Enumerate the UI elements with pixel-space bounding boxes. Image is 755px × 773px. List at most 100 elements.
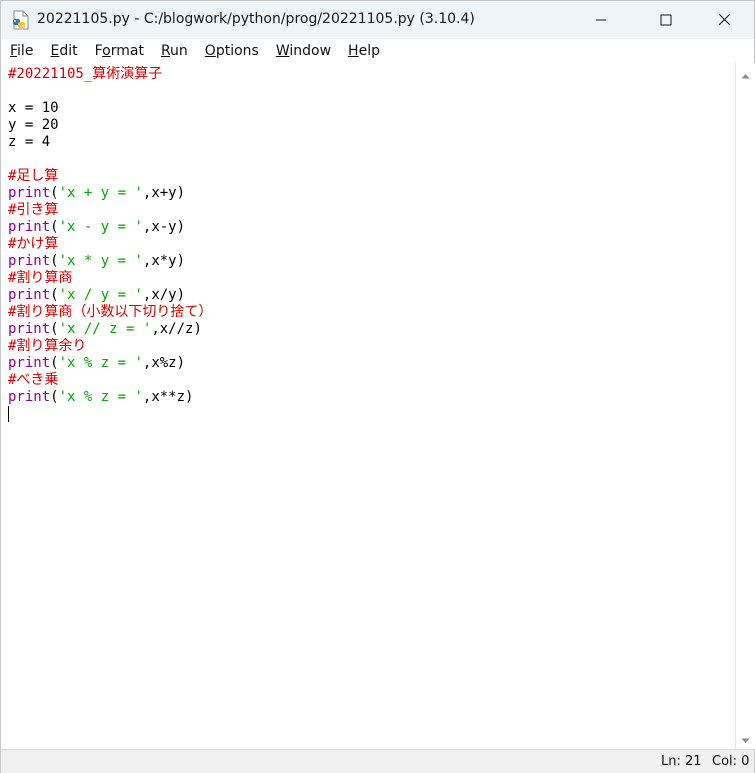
code-token-string: 'x % z = ' [58, 355, 143, 371]
code-editor[interactable]: #20221105_算術演算子 x = 10 y = 20 z = 4 #足し算 pr… [1, 63, 735, 749]
code-token-plain: x = 10 [8, 100, 59, 116]
code-token-plain: ( [50, 253, 59, 269]
code-line: x = 10 [8, 100, 212, 117]
menu-edit-label: dit [59, 43, 78, 59]
code-token-plain: ( [50, 389, 59, 405]
menu-file[interactable]: File [1, 39, 41, 63]
menu-help[interactable]: Help [339, 39, 388, 63]
menu-format[interactable]: Format [86, 39, 152, 63]
code-token-comment: #20221105_算術演算子 [8, 66, 163, 82]
text-cursor [8, 406, 9, 422]
code-token-plain: ,x-y) [142, 219, 186, 235]
menu-options-mnemonic: O [204, 43, 216, 59]
code-token-string: 'x + y = ' [58, 185, 143, 201]
cursor-line [8, 406, 212, 423]
code-line: #引き算 [8, 202, 212, 219]
status-bar: Ln: 21 Col: 0 [1, 749, 754, 773]
menu-file-mnemonic: F [10, 43, 18, 59]
code-token-builtin: print [8, 185, 51, 201]
vertical-scrollbar[interactable] [735, 63, 755, 749]
menu-window-mnemonic: W [275, 43, 290, 59]
menu-window-label: indow [289, 43, 332, 59]
menu-help-mnemonic: H [348, 43, 359, 59]
code-line: print('x + y = ',x+y) [8, 185, 212, 202]
code-line: #べき乗 [8, 372, 212, 389]
code-token-plain: ( [50, 219, 59, 235]
menu-run[interactable]: Run [152, 39, 196, 63]
code-token-plain: ( [50, 355, 59, 371]
code-token-comment: #割り算商 [8, 270, 73, 286]
code-line: print('x * y = ',x*y) [8, 253, 212, 270]
menu-options-label: ptions [215, 43, 259, 59]
menu-format-mnemonic: o [102, 43, 111, 59]
scroll-up-button[interactable] [736, 65, 755, 82]
code-token-plain: ,x*y) [142, 253, 186, 269]
code-token-comment: #足し算 [8, 168, 59, 184]
title-bar[interactable]: 20221105.py - C:/blogwork/python/prog/20… [1, 1, 754, 39]
window-title: 20221105.py - C:/blogwork/python/prog/20… [37, 11, 475, 27]
code-line: print('x // z = ',x//z) [8, 321, 212, 338]
code-token-plain: ( [50, 185, 59, 201]
menu-run-mnemonic: R [160, 43, 171, 59]
maximize-button[interactable] [643, 1, 689, 39]
code-line: print('x % z = ',x%z) [8, 355, 212, 372]
menu-format-prefix: F [94, 43, 103, 59]
menu-window[interactable]: Window [267, 39, 339, 63]
code-token-string: 'x * y = ' [58, 253, 143, 269]
code-token-string: 'x - y = ' [58, 219, 143, 235]
menu-bar: File Edit Format Run Options Window Help [1, 39, 754, 63]
minimize-button[interactable] [578, 1, 624, 39]
code-token-string: 'x % z = ' [58, 389, 143, 405]
menu-options[interactable]: Options [196, 39, 267, 63]
code-token-builtin: print [8, 321, 51, 337]
menu-format-label: rmat [110, 43, 144, 59]
code-line: #かけ算 [8, 236, 212, 253]
code-token-builtin: print [8, 253, 51, 269]
close-button[interactable] [701, 1, 747, 39]
menu-edit-mnemonic: E [50, 43, 60, 59]
code-token-comment: #べき乗 [8, 372, 59, 388]
code-token-comment: #引き算 [8, 202, 59, 218]
code-token-plain: ,x/y) [142, 287, 186, 303]
code-token-plain: z = 4 [8, 134, 51, 150]
code-line: #割り算余り [8, 338, 212, 355]
code-token-plain: ,x+y) [142, 185, 186, 201]
code-line: #20221105_算術演算子 [8, 66, 212, 83]
code-line: print('x % z = ',x**z) [8, 389, 212, 406]
code-token-builtin: print [8, 219, 51, 235]
minimize-icon [595, 11, 607, 30]
python-file-icon [11, 10, 31, 30]
menu-run-label: un [170, 43, 188, 59]
code-token-plain: ,x//z) [151, 321, 202, 337]
code-line: print('x - y = ',x-y) [8, 219, 212, 236]
code-line: print('x / y = ',x/y) [8, 287, 212, 304]
code-token-builtin: print [8, 389, 51, 405]
code-line: y = 20 [8, 117, 212, 134]
code-token-comment: #かけ算 [8, 236, 59, 252]
code-token-plain: ,x**z) [142, 389, 194, 405]
close-icon [718, 11, 731, 30]
code-line: #足し算 [8, 168, 212, 185]
status-line-number: Ln: 21 [661, 754, 702, 769]
code-text[interactable]: #20221105_算術演算子 x = 10 y = 20 z = 4 #足し算 pr… [8, 66, 212, 423]
code-token-plain: ( [50, 321, 59, 337]
scroll-up-arrow-icon [741, 64, 750, 83]
code-token-string: 'x // z = ' [58, 321, 152, 337]
code-line: #割り算商 [8, 270, 212, 287]
code-token-comment: #割り算商（小数以下切り捨て） [8, 304, 213, 320]
idle-editor-window: 20221105.py - C:/blogwork/python/prog/20… [0, 0, 755, 773]
code-line: #割り算商（小数以下切り捨て） [8, 304, 212, 321]
status-column-number: Col: 0 [712, 754, 750, 769]
code-token-builtin: print [8, 287, 51, 303]
menu-edit[interactable]: Edit [41, 39, 85, 63]
maximize-icon [660, 11, 672, 30]
menu-help-label: elp [358, 43, 380, 59]
code-token-plain: ,x%z) [142, 355, 186, 371]
code-token-plain: ( [50, 287, 59, 303]
menu-file-label: ile [17, 43, 34, 59]
code-token-string: 'x / y = ' [58, 287, 143, 303]
scroll-down-button[interactable] [736, 730, 755, 747]
scroll-down-arrow-icon [741, 729, 750, 748]
code-token-plain: y = 20 [8, 117, 59, 133]
